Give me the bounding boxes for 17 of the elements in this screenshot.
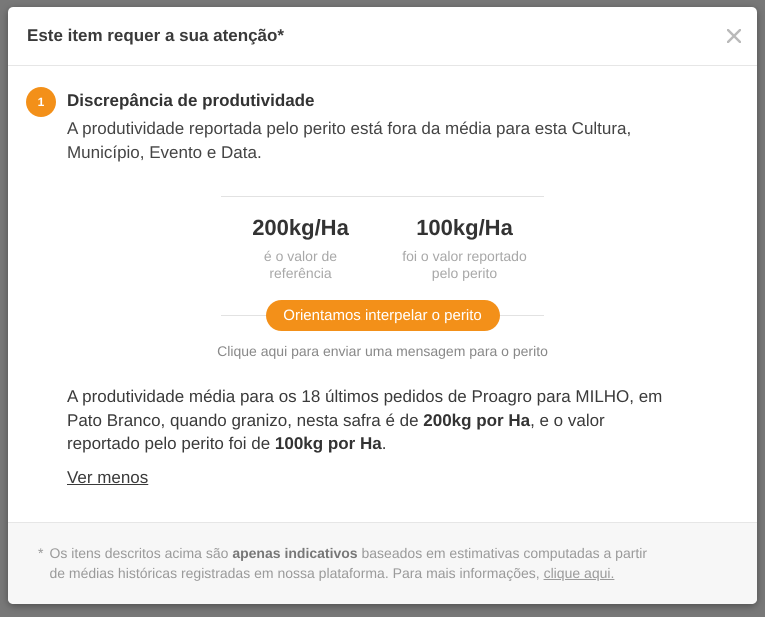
close-icon bbox=[727, 29, 741, 43]
close-button[interactable] bbox=[727, 29, 741, 43]
item-description: A produtividade reportada pelo perito está fora da média para esta Cultura, Município, Evento e Data. bbox=[67, 118, 632, 164]
detail-paragraph: A produtividade média para os 18 últimos pedidos de Proagro para MILHO, em Pato Branco, quando granizo, nesta safra é de 200kg por Ha, e o valor reportado pelo perito foi de 100kg por Ha. bbox=[67, 386, 664, 455]
more-info-link[interactable]: clique aqui. bbox=[544, 564, 614, 580]
value-caption: foi o valor reportado pelo perito bbox=[401, 248, 528, 282]
value-caption: é o valor de referência bbox=[262, 248, 338, 282]
footnote-mark: * bbox=[38, 544, 44, 562]
send-message-hint: Clique aqui para enviar uma mensagem para o perito bbox=[217, 342, 548, 360]
dialog-title: Este item requer a sua atenção* bbox=[27, 26, 284, 46]
value-text: 100kg/Ha bbox=[416, 214, 513, 242]
footnote-text: Os itens descritos acima são apenas indicativos baseados em estimativas computadas a partir de médias históricas registradas em nossa plataforma. Para mais informações, clique aqui. bbox=[49, 544, 648, 582]
step-number-badge: 1 bbox=[26, 87, 56, 117]
item-title: Discrepância de produtividade bbox=[67, 90, 316, 112]
value-text: 200kg/Ha bbox=[252, 214, 349, 242]
contact-expert-button[interactable]: Orientamos interpelar o perito bbox=[266, 300, 500, 331]
see-less-link[interactable]: Ver menos bbox=[67, 466, 148, 490]
